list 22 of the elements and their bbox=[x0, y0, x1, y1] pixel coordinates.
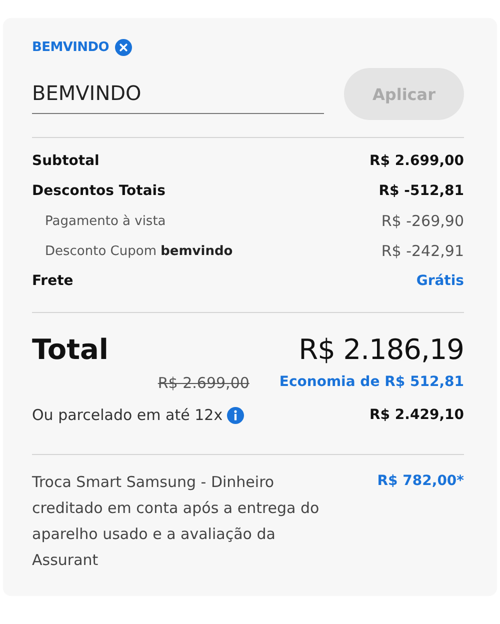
summary-label: Frete bbox=[32, 273, 74, 289]
total-label: Total bbox=[32, 333, 108, 366]
coupon-input-field[interactable]: BEMVINDO bbox=[32, 74, 324, 114]
summary-value: R$ -512,81 bbox=[378, 183, 464, 199]
summary-value: R$ -269,90 bbox=[381, 212, 464, 230]
info-icon bbox=[226, 406, 244, 424]
close-icon[interactable] bbox=[114, 39, 132, 56]
summary-label: Descontos Totais bbox=[32, 183, 166, 199]
summary-value: Grátis bbox=[416, 273, 464, 289]
summary-value: R$ -242,91 bbox=[381, 242, 464, 260]
trade-in-value: R$ 782,00* bbox=[377, 473, 464, 489]
applied-coupon-code: BEMVINDO bbox=[32, 40, 109, 55]
old-price: R$ 2.699,00 bbox=[158, 374, 250, 392]
summary-label: Subtotal bbox=[32, 153, 100, 169]
summary-value: R$ 2.699,00 bbox=[370, 153, 464, 169]
trade-in-description: Troca Smart Samsung - Dinheiro creditado em conta após a entrega do aparelho usado e a avaliação da Assurant bbox=[32, 472, 320, 571]
summary-label: Pagamento à vista bbox=[44, 214, 166, 228]
savings-text: Economia de R$ 512,81 bbox=[279, 374, 464, 392]
installments-value: R$ 2.429,10 bbox=[370, 407, 464, 423]
total-value: R$ 2.186,19 bbox=[298, 333, 464, 366]
summary-label: Desconto Cupom bemvindo bbox=[44, 244, 233, 258]
installments-label: Ou parcelado em até 12x bbox=[32, 406, 223, 424]
